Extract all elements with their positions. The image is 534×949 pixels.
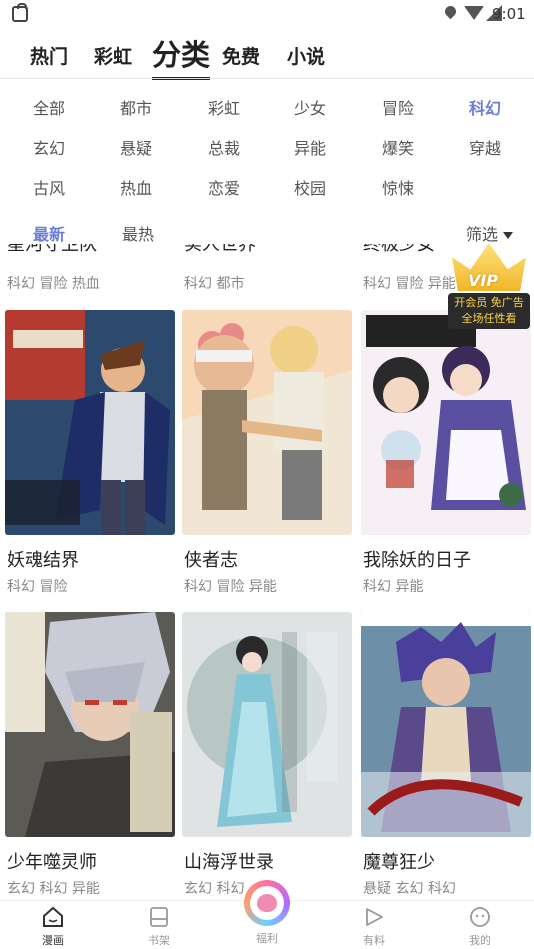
status-bar: 9:01 xyxy=(0,0,534,30)
comic-cover[interactable] xyxy=(361,310,531,535)
nav-discover[interactable]: 有料 xyxy=(344,901,404,949)
comic-cover[interactable] xyxy=(5,310,175,535)
comic-cover[interactable] xyxy=(182,612,352,837)
vip-promo-badge[interactable]: VIP 开会员 免广告 全场任性看 xyxy=(448,243,530,329)
comic-card[interactable]: 侠者志 科幻 冒险 异能 xyxy=(182,310,352,595)
comic-cover[interactable] xyxy=(5,612,175,837)
category-fantasy[interactable]: 玄幻 xyxy=(19,135,79,159)
tab-free[interactable]: 免费 xyxy=(222,42,260,69)
nav-comics[interactable]: 漫画 xyxy=(23,901,83,949)
category-mystery[interactable]: 悬疑 xyxy=(106,135,166,159)
tab-category[interactable]: 分类 xyxy=(152,32,211,80)
comic-card[interactable]: 山海浮世录 玄幻 科幻 xyxy=(182,612,352,897)
comic-list[interactable]: 星河守卫队 科幻 冒险 热血 实人世界 科幻 都市 终极少女 科幻 冒险 异能 xyxy=(0,244,534,900)
comic-card[interactable]: 妖魂结界 科幻 冒险 xyxy=(5,310,175,595)
tab-novel[interactable]: 小说 xyxy=(287,42,325,69)
book-icon xyxy=(150,907,168,927)
comic-tags: 科幻 冒险 异能 xyxy=(363,276,456,292)
play-icon xyxy=(366,908,383,926)
comic-tags: 科幻 异能 xyxy=(363,579,424,595)
comic-tags: 科幻 都市 xyxy=(184,276,245,292)
comic-title: 山海浮世录 xyxy=(184,852,274,873)
category-ceo[interactable]: 总裁 xyxy=(194,135,254,159)
comic-title: 妖魂结界 xyxy=(7,550,79,571)
comic-tags: 科幻 冒险 xyxy=(7,579,68,595)
comic-tags: 玄幻 科幻 xyxy=(184,881,245,897)
comic-title: 实人世界 xyxy=(184,244,256,255)
comic-card[interactable]: 魔尊狂少 悬疑 玄幻 科幻 xyxy=(361,612,531,897)
location-icon xyxy=(442,3,459,20)
home-icon xyxy=(43,906,63,927)
top-tabs: 热门 彩虹 分类 免费 小说 xyxy=(0,28,534,80)
comic-card[interactable]: 少年噬灵师 玄幻 科幻 异能 xyxy=(5,612,175,897)
mascot-icon xyxy=(257,894,277,912)
category-campus[interactable]: 校园 xyxy=(280,175,340,199)
vip-line-2: 全场任性看 xyxy=(461,312,517,325)
category-urban[interactable]: 都市 xyxy=(106,95,166,119)
comic-cover[interactable] xyxy=(361,612,531,837)
category-action[interactable]: 热血 xyxy=(106,175,166,199)
nav-label: 我的 xyxy=(469,934,491,947)
filter-button[interactable]: 筛选 xyxy=(466,221,514,245)
tab-rainbow[interactable]: 彩虹 xyxy=(94,42,132,69)
comic-title: 魔尊狂少 xyxy=(363,852,435,873)
category-girl[interactable]: 少女 xyxy=(280,95,340,119)
category-adventure[interactable]: 冒险 xyxy=(368,95,428,119)
tab-hot[interactable]: 热门 xyxy=(30,42,68,69)
app-notification-icon xyxy=(12,3,28,22)
nav-label: 福利 xyxy=(256,932,278,945)
category-thriller[interactable]: 惊悚 xyxy=(368,175,428,199)
sort-hottest[interactable]: 最热 xyxy=(122,221,154,245)
comic-tags: 科幻 冒险 异能 xyxy=(184,579,277,595)
vip-label: VIP xyxy=(468,271,499,290)
comic-cover[interactable] xyxy=(182,310,352,535)
category-timetravel[interactable]: 穿越 xyxy=(455,135,515,159)
divider xyxy=(0,78,534,79)
welfare-fab[interactable] xyxy=(244,880,290,926)
nav-label: 漫画 xyxy=(42,934,64,947)
category-superpower[interactable]: 异能 xyxy=(280,135,340,159)
nav-label: 书架 xyxy=(148,934,170,947)
nav-profile[interactable]: 我的 xyxy=(450,901,510,949)
category-scifi[interactable]: 科幻 xyxy=(455,95,515,119)
vip-line-1: 开会员 免广告 xyxy=(454,296,524,309)
wifi-icon xyxy=(464,6,484,20)
category-comedy[interactable]: 爆笑 xyxy=(368,135,428,159)
nav-bookshelf[interactable]: 书架 xyxy=(129,901,189,949)
vip-ribbon: 开会员 免广告 全场任性看 xyxy=(448,293,530,329)
comic-tags: 悬疑 玄幻 科幻 xyxy=(363,881,456,897)
caret-down-icon xyxy=(503,232,514,239)
nav-label: 有料 xyxy=(363,934,385,947)
comic-title: 少年噬灵师 xyxy=(7,852,97,873)
comic-title: 终极少女 xyxy=(363,244,435,255)
status-time: 9:01 xyxy=(492,5,526,23)
comic-tags: 科幻 冒险 热血 xyxy=(7,276,100,292)
smiley-icon xyxy=(470,907,490,927)
filter-label: 筛选 xyxy=(466,225,499,244)
category-rainbow[interactable]: 彩虹 xyxy=(194,95,254,119)
comic-title: 侠者志 xyxy=(184,550,238,571)
category-all[interactable]: 全部 xyxy=(19,95,79,119)
comic-tags: 玄幻 科幻 异能 xyxy=(7,881,100,897)
category-ancient[interactable]: 古风 xyxy=(19,175,79,199)
comic-title: 星河守卫队 xyxy=(7,244,97,255)
sort-newest[interactable]: 最新 xyxy=(33,221,65,245)
comic-title: 我除妖的日子 xyxy=(363,550,471,571)
category-romance[interactable]: 恋爱 xyxy=(194,175,254,199)
comic-card[interactable]: 我除妖的日子 科幻 异能 xyxy=(361,310,531,595)
